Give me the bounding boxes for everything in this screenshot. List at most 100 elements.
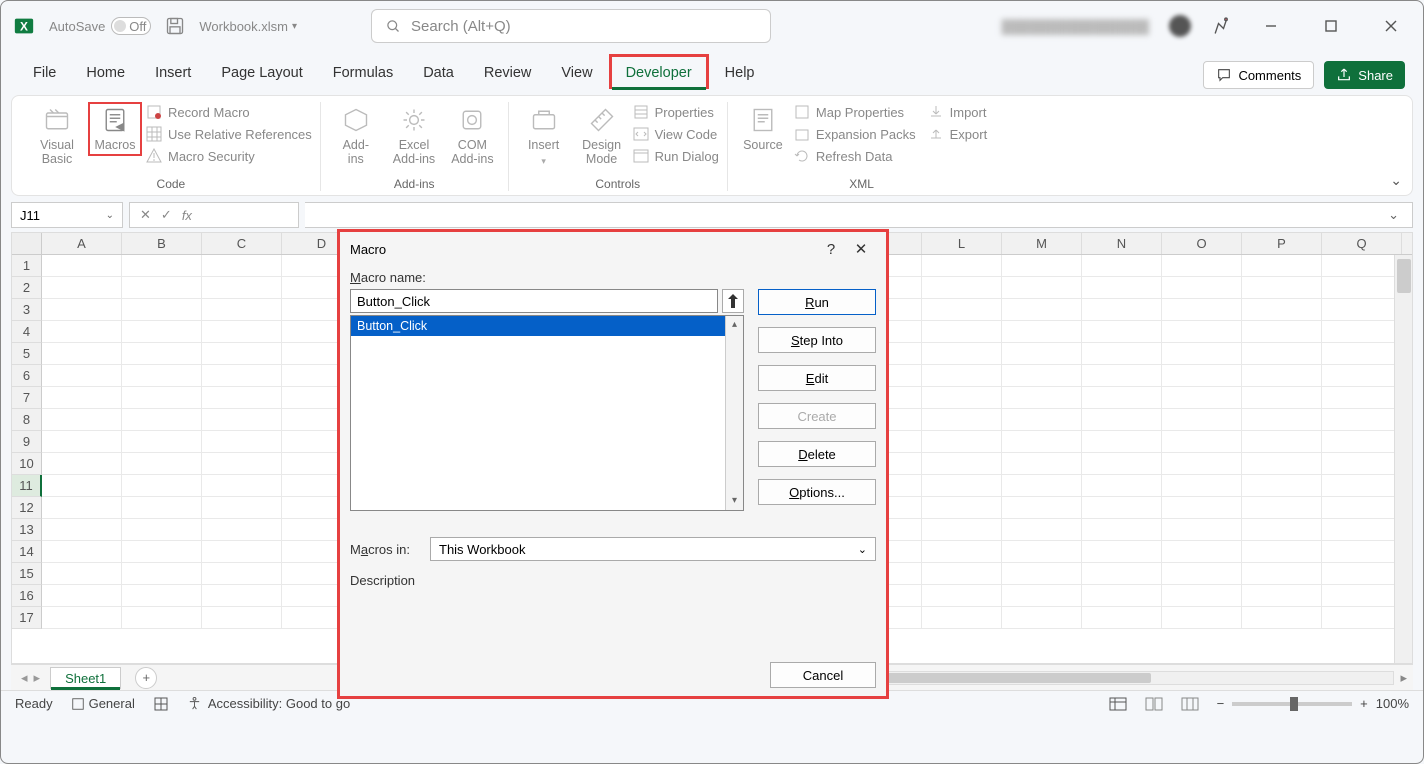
expansion-packs-button[interactable]: Expansion Packs xyxy=(794,126,916,142)
cell[interactable] xyxy=(922,497,1002,519)
cell[interactable] xyxy=(1242,497,1322,519)
enter-icon[interactable]: ✓ xyxy=(161,207,172,223)
cell[interactable] xyxy=(202,321,282,343)
cell[interactable] xyxy=(1162,497,1242,519)
cell[interactable] xyxy=(1322,519,1402,541)
cell[interactable] xyxy=(922,409,1002,431)
cell[interactable] xyxy=(202,431,282,453)
row-header[interactable]: 4 xyxy=(12,321,42,343)
cell[interactable] xyxy=(1242,365,1322,387)
row-header[interactable]: 16 xyxy=(12,585,42,607)
cell[interactable] xyxy=(922,431,1002,453)
cell[interactable] xyxy=(1082,585,1162,607)
cell[interactable] xyxy=(1322,255,1402,277)
row-header[interactable]: 12 xyxy=(12,497,42,519)
cell[interactable] xyxy=(122,453,202,475)
fx-icon[interactable]: fx xyxy=(182,208,192,223)
cell[interactable] xyxy=(42,431,122,453)
cell[interactable] xyxy=(42,299,122,321)
cell[interactable] xyxy=(922,607,1002,629)
cell[interactable] xyxy=(1322,431,1402,453)
cell[interactable] xyxy=(922,475,1002,497)
cell[interactable] xyxy=(42,343,122,365)
cell[interactable] xyxy=(122,387,202,409)
save-icon[interactable] xyxy=(165,16,185,36)
row-header[interactable]: 6 xyxy=(12,365,42,387)
cell[interactable] xyxy=(1082,299,1162,321)
cell[interactable] xyxy=(1162,519,1242,541)
cell[interactable] xyxy=(1082,255,1162,277)
cell[interactable] xyxy=(1002,365,1082,387)
tab-developer[interactable]: Developer xyxy=(609,54,709,89)
cell[interactable] xyxy=(1242,475,1322,497)
cell[interactable] xyxy=(1322,475,1402,497)
cell[interactable] xyxy=(1002,277,1082,299)
search-input[interactable]: Search (Alt+Q) xyxy=(371,9,771,43)
cell[interactable] xyxy=(42,409,122,431)
cell[interactable] xyxy=(122,343,202,365)
cell[interactable] xyxy=(42,563,122,585)
cell[interactable] xyxy=(1322,409,1402,431)
cell[interactable] xyxy=(202,277,282,299)
cell[interactable] xyxy=(922,541,1002,563)
source-button[interactable]: Source xyxy=(736,102,790,156)
reference-picker-button[interactable] xyxy=(722,289,744,313)
step-into-button[interactable]: Step Into xyxy=(758,327,876,353)
cell[interactable] xyxy=(1322,497,1402,519)
macros-in-select[interactable]: This Workbook ⌄ xyxy=(430,537,876,561)
tab-data[interactable]: Data xyxy=(409,57,468,89)
workbook-name[interactable]: Workbook.xlsm ▾ xyxy=(199,19,297,34)
cell[interactable] xyxy=(1162,277,1242,299)
col-header[interactable]: O xyxy=(1162,233,1242,254)
macro-security-button[interactable]: Macro Security xyxy=(146,148,312,164)
cell[interactable] xyxy=(1242,409,1322,431)
cell[interactable] xyxy=(922,299,1002,321)
cell[interactable] xyxy=(1322,277,1402,299)
cell[interactable] xyxy=(122,607,202,629)
name-box[interactable]: J11⌄ xyxy=(11,202,123,228)
cell[interactable] xyxy=(1322,585,1402,607)
cell[interactable] xyxy=(42,497,122,519)
autosave-toggle[interactable]: AutoSave Off xyxy=(49,17,151,35)
cell[interactable] xyxy=(122,585,202,607)
zoom-in-icon[interactable]: + xyxy=(1360,696,1368,711)
tab-file[interactable]: File xyxy=(19,57,70,89)
cell[interactable] xyxy=(202,585,282,607)
col-header[interactable]: L xyxy=(922,233,1002,254)
cell[interactable] xyxy=(122,277,202,299)
sheet-nav[interactable]: ◂▸ xyxy=(11,670,50,686)
cell[interactable] xyxy=(1242,541,1322,563)
run-dialog-button[interactable]: Run Dialog xyxy=(633,148,719,164)
cell[interactable] xyxy=(1002,585,1082,607)
cell[interactable] xyxy=(202,475,282,497)
cell[interactable] xyxy=(1242,299,1322,321)
cell[interactable] xyxy=(1002,299,1082,321)
insert-control-button[interactable]: Insert▾ xyxy=(517,102,571,171)
cell[interactable] xyxy=(1002,563,1082,585)
cell[interactable] xyxy=(1002,255,1082,277)
cell[interactable] xyxy=(42,453,122,475)
cell[interactable] xyxy=(122,541,202,563)
cell[interactable] xyxy=(1082,541,1162,563)
cell[interactable] xyxy=(1322,607,1402,629)
cell[interactable] xyxy=(122,497,202,519)
cell[interactable] xyxy=(922,387,1002,409)
cell[interactable] xyxy=(1082,519,1162,541)
cell[interactable] xyxy=(122,255,202,277)
cell[interactable] xyxy=(122,519,202,541)
cell[interactable] xyxy=(922,343,1002,365)
visual-basic-button[interactable]: Visual Basic xyxy=(30,102,84,170)
row-header[interactable]: 5 xyxy=(12,343,42,365)
comments-button[interactable]: Comments xyxy=(1203,61,1314,89)
cell[interactable] xyxy=(42,321,122,343)
cell[interactable] xyxy=(1162,365,1242,387)
col-header[interactable]: Q xyxy=(1322,233,1402,254)
cell[interactable] xyxy=(1082,453,1162,475)
cell[interactable] xyxy=(1242,585,1322,607)
relative-refs-button[interactable]: Use Relative References xyxy=(146,126,312,142)
formula-expand-icon[interactable]: ⌄ xyxy=(1388,207,1399,223)
cell[interactable] xyxy=(202,365,282,387)
col-header[interactable]: P xyxy=(1242,233,1322,254)
close-button[interactable] xyxy=(1371,12,1411,40)
cell[interactable] xyxy=(122,299,202,321)
